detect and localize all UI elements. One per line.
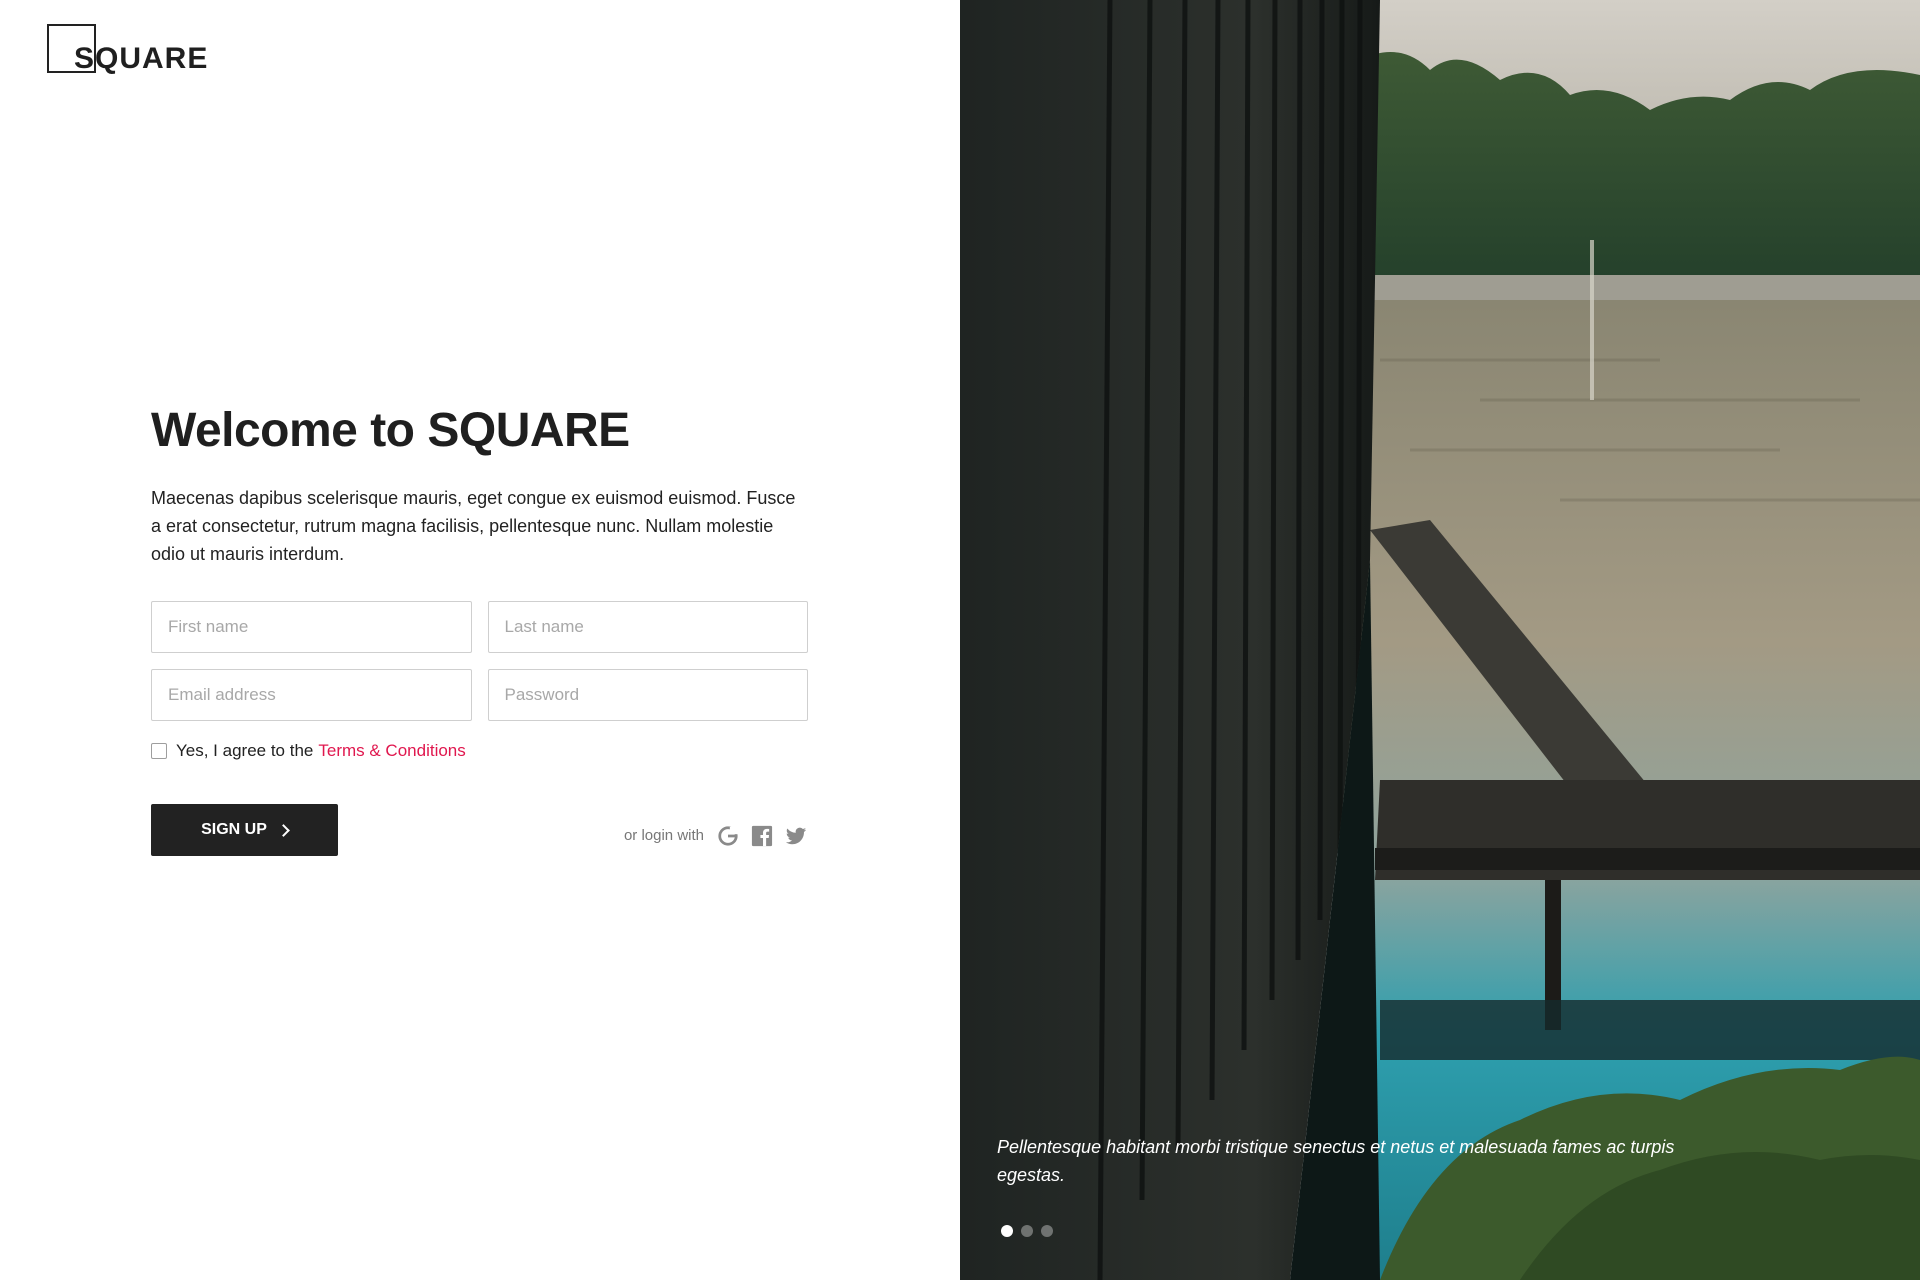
last-name-input[interactable] (487, 600, 808, 653)
terms-checkbox[interactable] (151, 742, 167, 759)
social-login-label: or login with (623, 827, 704, 845)
sign-up-label: SIGN UP (201, 820, 267, 838)
credentials-row (151, 668, 808, 721)
social-login: or login with (624, 824, 808, 848)
name-row (151, 600, 808, 653)
hero-caption: Pellentesque habitant morbi tristique se… (997, 1137, 1675, 1185)
chevron-right-icon (277, 823, 290, 837)
facebook-icon[interactable] (750, 824, 774, 848)
first-name-input[interactable] (151, 600, 472, 653)
slide-dot[interactable] (1041, 1225, 1053, 1237)
intro-text: Maecenas dapibus scelerisque mauris, ege… (151, 487, 796, 564)
terms-link[interactable]: Terms & Conditions (318, 741, 465, 761)
twitter-icon[interactable] (784, 824, 808, 848)
slide-dot[interactable] (1021, 1225, 1033, 1237)
terms-agreement: Yes, I agree to the Terms & Conditions (151, 741, 808, 761)
signup-form: Welcome to SQUARE Maecenas dapibus scele… (151, 404, 808, 856)
agree-label: Yes, I agree to the (176, 740, 314, 760)
form-actions: SIGN UP or login with (151, 803, 808, 856)
password-input[interactable] (487, 668, 808, 721)
google-icon[interactable] (716, 824, 740, 848)
signup-panel: SQUARE Welcome to SQUARE Maecenas dapibu… (0, 0, 960, 1280)
slide-dot[interactable] (1001, 1225, 1013, 1237)
hero-panel: Pellentesque habitant morbi tristique se… (960, 0, 1920, 1280)
page-title: Welcome to SQUARE (151, 404, 630, 457)
logo-text: SQUARE (74, 42, 209, 75)
email-input[interactable] (151, 668, 472, 721)
sign-up-button[interactable]: SIGN UP (151, 803, 338, 856)
slider-pagination (1001, 1225, 1053, 1237)
brand-logo[interactable]: SQUARE (47, 24, 217, 76)
hero-photo (960, 0, 1920, 1280)
